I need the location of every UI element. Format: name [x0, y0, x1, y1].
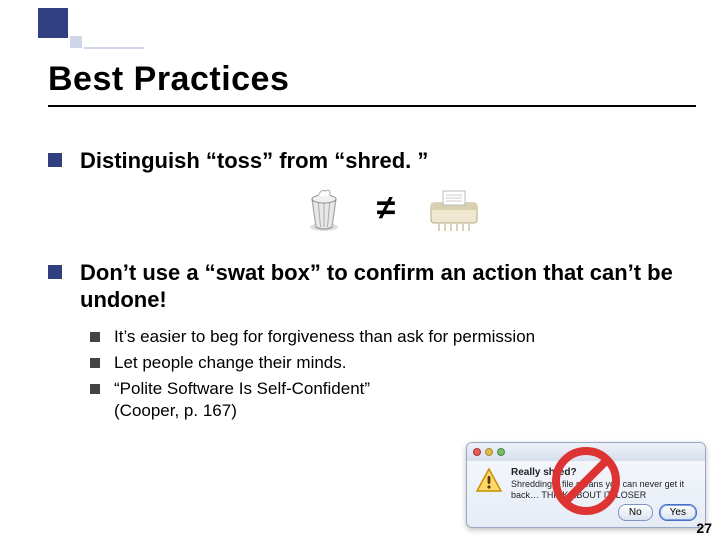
sub-bullet-square-icon: [90, 358, 100, 368]
swat-box-example: Really shred? Shredding a file means you…: [466, 442, 706, 528]
sub-bullet-text: Let people change their minds.: [114, 352, 347, 374]
minimize-icon: [485, 448, 493, 456]
sub-bullet-square-icon: [90, 384, 100, 394]
bullet-square-icon: [48, 153, 62, 167]
bullet-text: Distinguish “toss” from “shred. ”: [80, 147, 428, 175]
sub-bullet-square-icon: [90, 332, 100, 342]
close-icon: [473, 448, 481, 456]
dialog-title: Really shred?: [511, 467, 577, 478]
decor-square-small: [70, 36, 82, 48]
warning-triangle-icon: [475, 467, 503, 501]
zoom-icon: [497, 448, 505, 456]
sub-bullet-item: “Polite Software Is Self-Confident” (Coo…: [90, 378, 696, 422]
sub-bullet-text: It’s easier to beg for forgiveness than …: [114, 326, 535, 348]
dialog-body: Really shred? Shredding a file means you…: [467, 461, 705, 507]
bullet-item: Distinguish “toss” from “shred. ”: [48, 147, 696, 175]
sub-bullet-text: “Polite Software Is Self-Confident” (Coo…: [114, 378, 370, 422]
yes-button[interactable]: Yes: [659, 504, 697, 521]
confirmation-dialog: Really shred? Shredding a file means you…: [466, 442, 706, 528]
slide-content: Best Practices Distinguish “toss” from “…: [48, 60, 696, 426]
paper-shredder-icon: [425, 185, 483, 233]
slide-title: Best Practices: [48, 60, 696, 107]
sub-bullet-item: It’s easier to beg for forgiveness than …: [90, 326, 696, 348]
decor-line: [84, 47, 144, 49]
bullet-square-icon: [48, 265, 62, 279]
no-button[interactable]: No: [618, 504, 653, 521]
page-number: 27: [696, 520, 712, 536]
bullet-item: Don’t use a “swat box” to confirm an act…: [48, 259, 696, 314]
not-equal-symbol: ≠: [377, 189, 396, 228]
sub-bullet-item: Let people change their minds.: [90, 352, 696, 374]
dialog-text: Really shred? Shredding a file means you…: [511, 467, 697, 501]
slide-decor: [0, 0, 140, 48]
illustration-row: ≠: [48, 185, 696, 233]
dialog-buttons: No Yes: [618, 504, 697, 521]
trash-can-icon: [301, 185, 347, 233]
dialog-titlebar: [467, 443, 705, 461]
sub-bullet-list: It’s easier to beg for forgiveness than …: [90, 326, 696, 422]
bullet-text: Don’t use a “swat box” to confirm an act…: [80, 259, 696, 314]
decor-square-large: [38, 8, 68, 38]
dialog-message: Shredding a file means you can never get…: [511, 479, 684, 500]
